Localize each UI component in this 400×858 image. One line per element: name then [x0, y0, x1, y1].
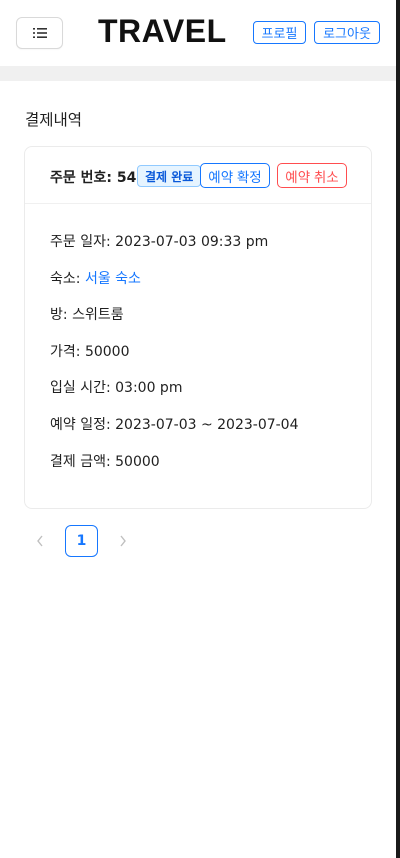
header-divider — [0, 66, 396, 81]
payment-value: 50000 — [115, 454, 160, 470]
lodging-link[interactable]: 서울 숙소 — [85, 271, 141, 287]
app-logo[interactable]: TRAVEL — [98, 13, 227, 50]
list-icon — [32, 27, 47, 39]
order-card: 주문 번호: 54 결제 완료 예약 확정 예약 취소 주문 일자: 2023-… — [24, 146, 372, 509]
page-title: 결제내역 — [25, 111, 83, 129]
price-label: 가격: — [50, 344, 85, 360]
order-number: 주문 번호: 54 — [50, 170, 137, 186]
menu-button[interactable] — [16, 17, 63, 49]
room-label: 방: — [50, 307, 73, 323]
price-row: 가격: 50000 — [50, 341, 129, 361]
order-date-label: 주문 일자: — [50, 234, 116, 250]
lodging-row: 숙소: 서울 숙소 — [50, 268, 141, 288]
lodging-label: 숙소: — [50, 271, 85, 287]
schedule-row: 예약 일정: 2023-07-03 ~ 2023-07-04 — [50, 414, 299, 434]
order-card-header: 주문 번호: 54 결제 완료 예약 확정 예약 취소 — [25, 147, 371, 204]
payment-label: 결제 금액: — [50, 454, 116, 470]
order-date-row: 주문 일자: 2023-07-03 09:33 pm — [50, 231, 268, 251]
profile-button[interactable]: 프로필 — [253, 21, 306, 44]
price-value: 50000 — [84, 344, 130, 360]
window-edge — [396, 0, 400, 858]
order-date-value: 2023-07-03 09:33 pm — [115, 234, 269, 250]
chevron-right-icon[interactable] — [107, 525, 139, 557]
room-value: 스위트룸 — [72, 307, 124, 323]
room-row: 방: 스위트룸 — [50, 304, 124, 324]
status-badge: 결제 완료 — [137, 165, 202, 187]
top-header: TRAVEL 프로필 로그아웃 — [0, 0, 396, 66]
schedule-label: 예약 일정: — [50, 417, 116, 433]
payment-row: 결제 금액: 50000 — [50, 451, 160, 471]
confirm-reservation-button[interactable]: 예약 확정 — [200, 163, 270, 188]
page-item-current[interactable]: 1 — [65, 525, 98, 557]
checkin-value: 03:00 pm — [115, 380, 183, 396]
schedule-value: 2023-07-03 ~ 2023-07-04 — [115, 417, 299, 433]
checkin-row: 입실 시간: 03:00 pm — [50, 377, 182, 397]
checkin-label: 입실 시간: — [50, 380, 116, 396]
cancel-reservation-button[interactable]: 예약 취소 — [277, 163, 347, 188]
pagination: 1 — [24, 525, 139, 557]
logout-button[interactable]: 로그아웃 — [314, 21, 380, 44]
chevron-left-icon[interactable] — [24, 525, 56, 557]
